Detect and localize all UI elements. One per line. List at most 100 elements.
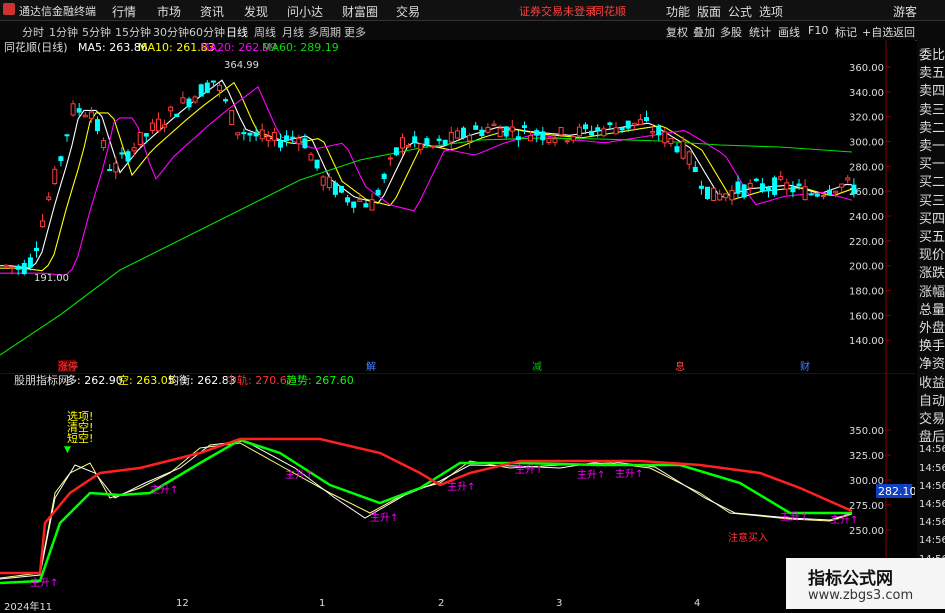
event-reduce[interactable]: 减 [532,361,542,373]
tab-60min[interactable]: 60分钟 [189,24,225,40]
event-limit-up[interactable]: 涨停 [58,360,78,373]
draw-line-button[interactable]: 画线 [778,24,800,40]
candle-body [52,168,58,185]
price-axis-label: 200.00 [849,262,884,273]
brand-link[interactable]: 同花顺 [593,3,626,19]
signal-arrow-icon: ▼ [64,445,71,455]
menu-item-ask[interactable]: 问小达 [287,3,323,20]
user-guest[interactable]: 游客 [893,3,917,20]
long-value: 多: 262.90 [66,373,123,387]
kline-chart[interactable]: 360.00340.00320.00300.00280.00260.00240.… [0,40,915,373]
price-axis-label: 220.00 [849,237,884,248]
stats-button[interactable]: 统计 [749,24,771,40]
candle-body [302,138,308,149]
candle-body [692,166,698,173]
rise-label: 主升↑ [615,468,643,480]
candle-body [509,126,515,132]
side-label: 盘后 [919,430,945,446]
price-axis-label: 360.00 [849,63,884,74]
candle-body [174,113,180,118]
candle-body [253,132,259,137]
candle-body [656,126,662,136]
menu-item-discover[interactable]: 发现 [244,3,268,20]
mark-button[interactable]: 标记 [835,24,857,40]
candle-body [107,169,113,172]
menu-item-trade[interactable]: 交易 [396,3,420,20]
tab-1min[interactable]: 1分钟 [49,24,78,40]
tab-30min[interactable]: 30分钟 [153,24,189,40]
candle-body [698,185,704,189]
side-label: 外盘 [919,321,945,336]
side-label: 卖三 [919,102,945,118]
tab-weekly[interactable]: 周线 [254,24,276,40]
tab-5min[interactable]: 5分钟 [82,24,111,40]
candle-body [15,265,21,270]
overlay-button[interactable]: 叠加 [693,24,715,40]
side-label: 14:56 [919,444,945,456]
candle-body [82,114,88,118]
candle-body [637,119,643,125]
candle-body [357,199,363,202]
tab-timeshare[interactable]: 分时 [22,24,44,40]
event-unlock[interactable]: 解 [366,360,376,373]
candle-body [747,182,753,189]
price-axis-label: 320.00 [849,113,884,124]
candle-body [454,130,460,139]
tab-more[interactable]: 更多 [344,24,366,40]
f10-button[interactable]: F10 [808,24,828,37]
menu-item-layout[interactable]: 版面 [697,3,721,20]
event-finance[interactable]: 财 [800,360,810,373]
candle-body [631,122,637,126]
candle-body [668,138,674,145]
menu-item-options[interactable]: 选项 [759,3,783,20]
candle-body [143,133,149,137]
site-watermark: 指标公式网 www.zbgs3.com [786,558,945,609]
candle-body [418,143,424,150]
price-axis-label: 340.00 [849,88,884,99]
indicator-chart[interactable]: 350.00325.00300.00275.00250.00 股朋指标网 多: … [0,373,915,598]
candle-body [607,122,613,126]
candle-body [58,156,64,162]
tab-multi-period[interactable]: 多周期 [308,24,341,40]
candle-body [552,138,558,143]
add-watchlist-button[interactable]: +自选 [862,24,893,40]
tab-daily[interactable]: 日线 [226,24,248,40]
menu-item-market[interactable]: 市场 [157,3,181,20]
event-dividend[interactable]: 息 [675,360,685,373]
candle-body [271,132,277,141]
candle-body [131,147,137,152]
menu-item-quotes[interactable]: 行情 [112,3,136,20]
price-tag-text: 282.10 [878,485,915,498]
price-axis-label: 180.00 [849,287,884,298]
candle-body [345,197,351,203]
multi-stock-button[interactable]: 多股 [720,24,742,40]
tab-15min[interactable]: 15分钟 [115,24,151,40]
candle-body [528,135,534,142]
side-label: 收益 [919,375,945,391]
candle-body [9,266,15,269]
candle-body [76,108,82,113]
candle-body [192,96,198,103]
candle-body [210,80,216,83]
side-label: 卖一 [919,139,945,154]
candle-body [223,99,229,102]
candle-body [265,136,271,141]
side-label: 卖五 [919,66,945,82]
candle-body [473,125,479,130]
candle-body [784,182,790,190]
candle-body [168,106,174,112]
restore-rights-button[interactable]: 复权 [666,24,688,40]
date-tick: 12 [176,598,189,609]
menu-item-function[interactable]: 功能 [666,3,690,20]
menu-item-formula[interactable]: 公式 [728,3,752,20]
menu-item-news[interactable]: 资讯 [200,3,224,20]
rise-label: 主升↑ [370,512,398,524]
tab-monthly[interactable]: 月线 [282,24,304,40]
candle-body [400,137,405,149]
candle-body [680,140,686,159]
menu-item-wealth[interactable]: 财富圈 [342,3,378,20]
back-button[interactable]: 返回 [893,24,915,40]
login-notice[interactable]: 证券交易未登录 [519,3,596,19]
candle-body [229,110,235,125]
candle-body [705,186,710,200]
